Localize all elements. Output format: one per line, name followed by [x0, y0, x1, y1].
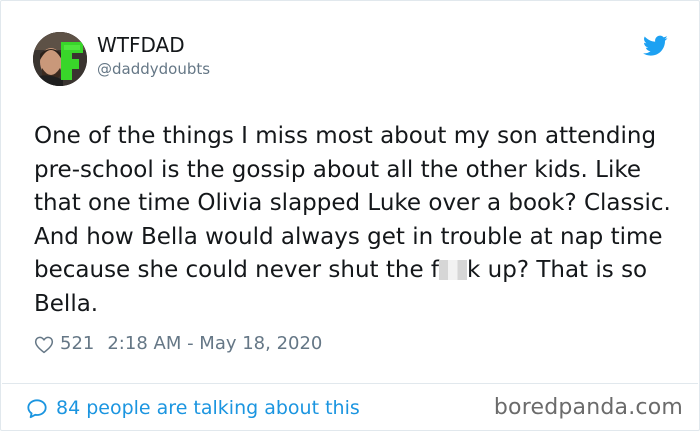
timestamp-link[interactable]: 2:18 AM - May 18, 2020: [107, 331, 322, 357]
divider: [2, 383, 698, 384]
avatar[interactable]: [33, 32, 87, 86]
discussion-link[interactable]: 84 people are talking about this: [26, 394, 360, 422]
censor-blur: [439, 260, 468, 280]
like-count[interactable]: 521: [60, 331, 94, 357]
tweet-text: One of the things I miss most about my s…: [34, 120, 684, 321]
tweet-card: WTFDAD @daddydoubts One of the things I …: [0, 0, 700, 431]
author-handle[interactable]: @daddydoubts: [97, 59, 210, 79]
discussion-label: 84 people are talking about this: [56, 397, 360, 419]
twitter-bird-icon[interactable]: [643, 35, 668, 57]
boredpanda-watermark: boredpanda.com: [493, 395, 683, 420]
speech-bubble-icon: [27, 398, 47, 418]
tweet-meta: 521 2:18 AM - May 18, 2020: [34, 331, 322, 357]
heart-icon[interactable]: [34, 335, 54, 354]
author-name[interactable]: WTFDAD: [97, 32, 185, 58]
avatar-photo-icon: [33, 32, 87, 86]
